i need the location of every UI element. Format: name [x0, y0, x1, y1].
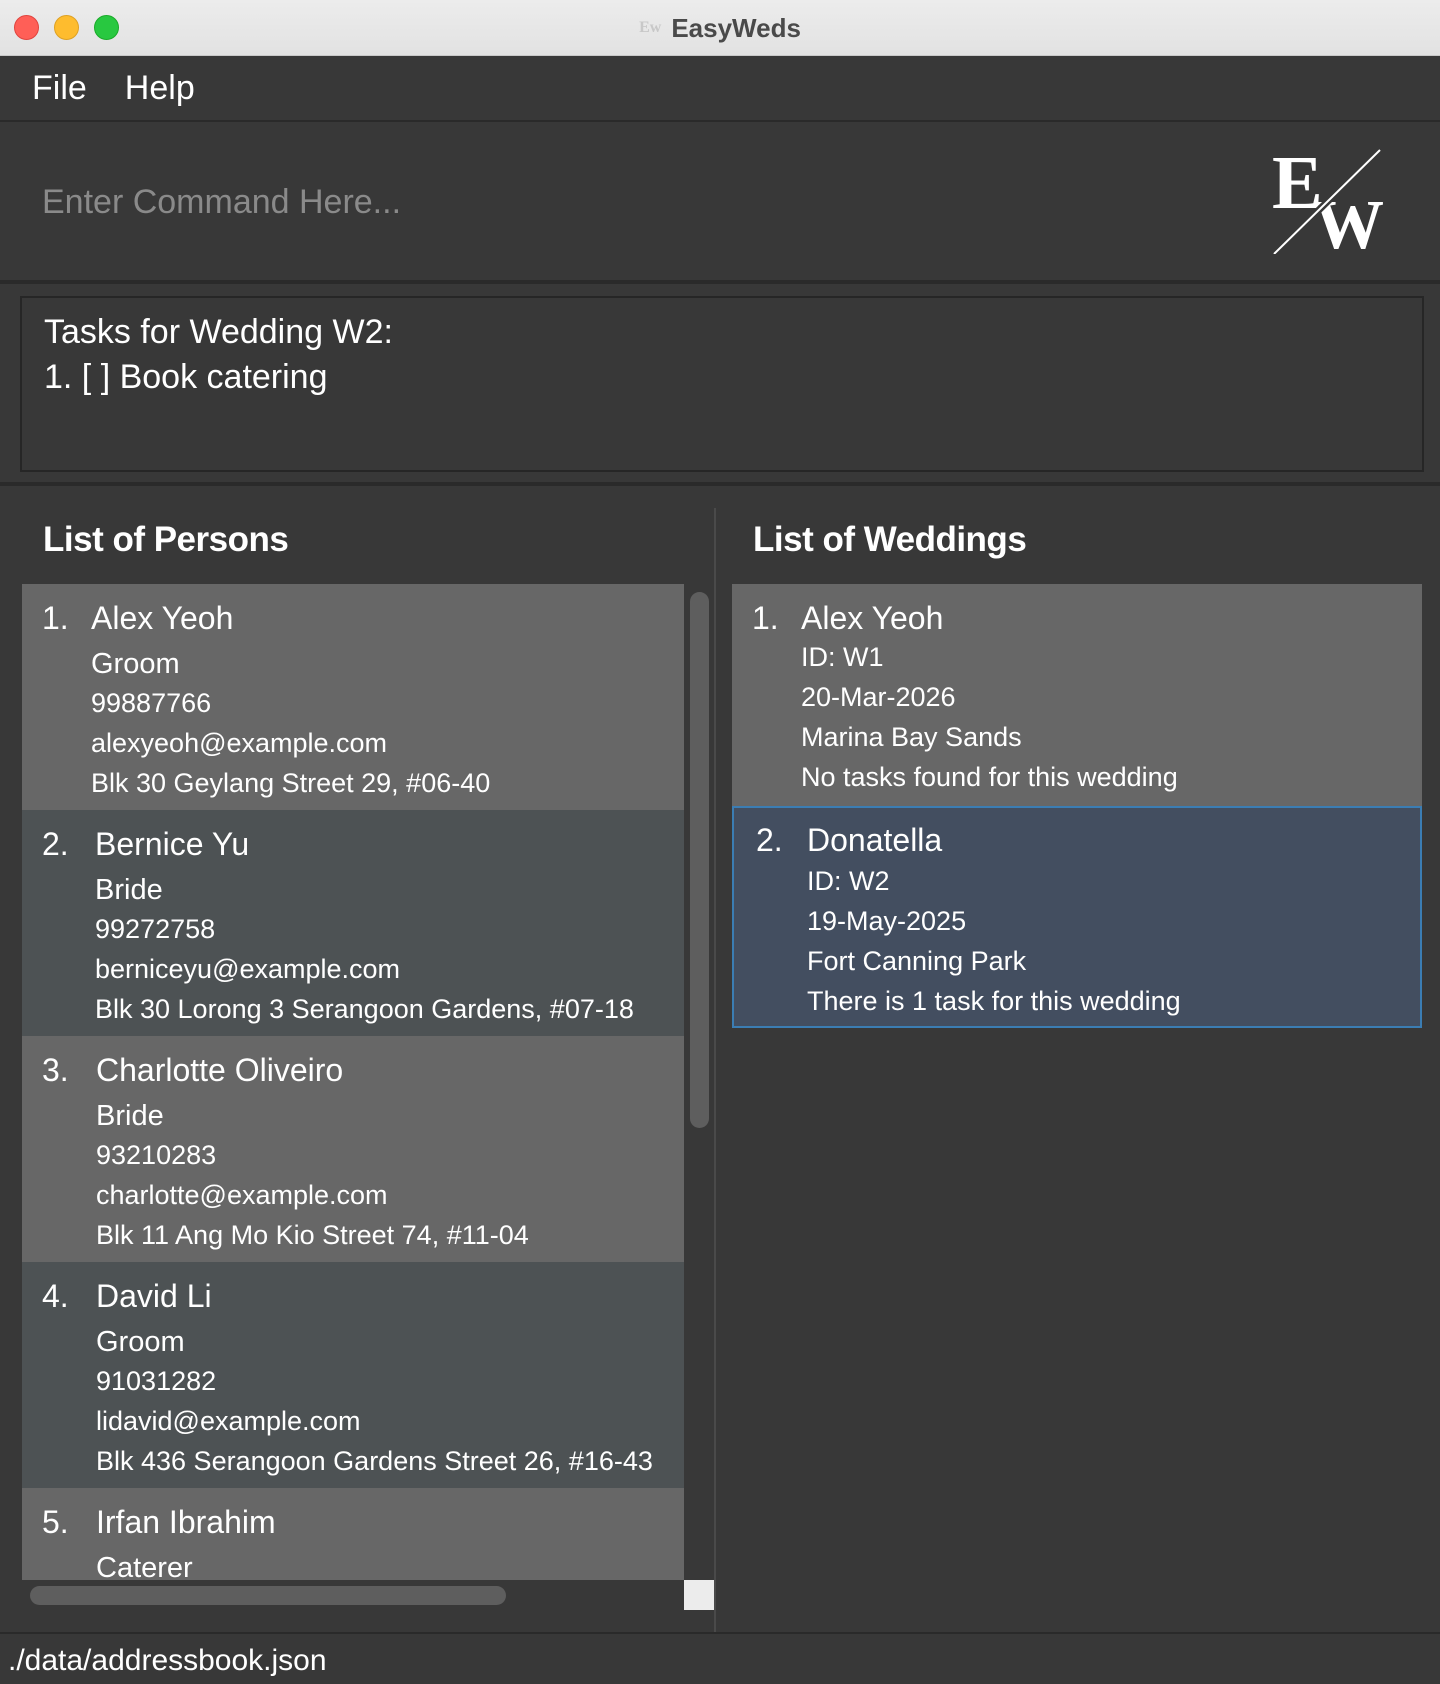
person-card[interactable]: 5. Irfan Ibrahim Caterer [22, 1488, 684, 1580]
person-phone: 99887766 [91, 688, 212, 718]
app-icon: Ew [639, 19, 662, 36]
person-list[interactable]: 1. Alex Yeoh Groom 99887766 alexyeoh@exa… [22, 584, 684, 1580]
panel-divider [714, 508, 716, 1633]
person-address: Blk 30 Lorong 3 Serangoon Gardens, #07-1… [95, 994, 634, 1024]
menu-file[interactable]: File [32, 69, 87, 108]
person-card[interactable]: 3. Charlotte Oliveiro Bride 93210283 cha… [22, 1036, 684, 1262]
wedding-date: 19-May-2025 [807, 906, 967, 936]
person-list-horizontal-scrollbar[interactable] [30, 1586, 506, 1605]
window-titlebar: Ew EasyWeds [0, 0, 1440, 56]
command-input[interactable] [30, 167, 1230, 237]
wedding-index: 2. [756, 822, 783, 858]
section-divider [0, 482, 1440, 486]
person-card[interactable]: 1. Alex Yeoh Groom 99887766 alexyeoh@exa… [22, 584, 684, 810]
person-name: Charlotte Oliveiro [96, 1052, 344, 1088]
wedding-venue: Marina Bay Sands [801, 722, 1022, 752]
person-card[interactable]: 2. Bernice Yu Bride 99272758 berniceyu@e… [22, 810, 684, 1036]
status-bar: ./data/addressbook.json [0, 1632, 1440, 1684]
person-address: Blk 30 Geylang Street 29, #06-40 [91, 768, 491, 798]
wedding-list[interactable]: 1. Alex Yeoh ID: W1 20-Mar-2026 Marina B… [732, 584, 1422, 1584]
wedding-id: ID: W1 [801, 642, 884, 672]
person-phone: 91031282 [96, 1366, 217, 1396]
person-email: berniceyu@example.com [95, 954, 401, 984]
wedding-date: 20-Mar-2026 [801, 682, 956, 712]
weddings-panel-title: List of Weddings [753, 520, 1027, 559]
result-line: Tasks for Wedding W2: [44, 313, 393, 351]
person-email: alexyeoh@example.com [91, 728, 388, 758]
person-role: Bride [95, 874, 163, 906]
person-address: Blk 11 Ang Mo Kio Street 74, #11-04 [96, 1220, 529, 1250]
wedding-name: Alex Yeoh [801, 600, 944, 636]
person-index: 4. [42, 1278, 69, 1314]
person-role: Caterer [96, 1552, 193, 1580]
person-name: Alex Yeoh [91, 600, 234, 636]
svg-text:W: W [1314, 187, 1384, 254]
person-role: Groom [91, 648, 180, 680]
person-index: 1. [42, 600, 69, 636]
wedding-card-selected[interactable]: 2. Donatella ID: W2 19-May-2025 Fort Can… [732, 806, 1422, 1028]
person-index: 5. [42, 1504, 69, 1540]
menu-bar: File Help [0, 56, 1440, 122]
result-line: 1. [ ] Book catering [44, 358, 328, 396]
wedding-index: 1. [752, 600, 779, 636]
wedding-name: Donatella [807, 822, 943, 858]
person-card[interactable]: 4. David Li Groom 91031282 lidavid@examp… [22, 1262, 684, 1488]
easyweds-logo: E W [1271, 144, 1384, 254]
wedding-task-summary: No tasks found for this wedding [801, 762, 1178, 792]
wedding-venue: Fort Canning Park [807, 946, 1027, 976]
person-role: Groom [96, 1326, 185, 1358]
result-display: Tasks for Wedding W2: 1. [ ] Book cateri… [20, 296, 1424, 472]
person-name: Bernice Yu [95, 826, 250, 862]
save-location-path: ./data/addressbook.json [8, 1644, 327, 1677]
wedding-card[interactable]: 1. Alex Yeoh ID: W1 20-Mar-2026 Marina B… [732, 584, 1422, 806]
person-name: Irfan Ibrahim [96, 1504, 276, 1540]
person-address: Blk 436 Serangoon Gardens Street 26, #16… [96, 1446, 653, 1476]
person-email: lidavid@example.com [96, 1406, 361, 1436]
person-email: charlotte@example.com [96, 1180, 388, 1210]
person-name: David Li [96, 1278, 212, 1314]
scroll-corner [684, 1580, 715, 1610]
wedding-task-summary: There is 1 task for this wedding [807, 986, 1181, 1016]
command-area: E W [0, 122, 1440, 284]
person-index: 3. [42, 1052, 69, 1088]
person-phone: 99272758 [95, 914, 216, 944]
window-title: EasyWeds [671, 12, 801, 43]
person-phone: 93210283 [96, 1140, 217, 1170]
wedding-id: ID: W2 [807, 866, 890, 896]
person-list-vertical-scrollbar[interactable] [690, 592, 709, 1128]
persons-panel-title: List of Persons [43, 520, 289, 559]
person-index: 2. [42, 826, 69, 862]
menu-help[interactable]: Help [125, 69, 195, 108]
person-role: Bride [96, 1100, 164, 1132]
